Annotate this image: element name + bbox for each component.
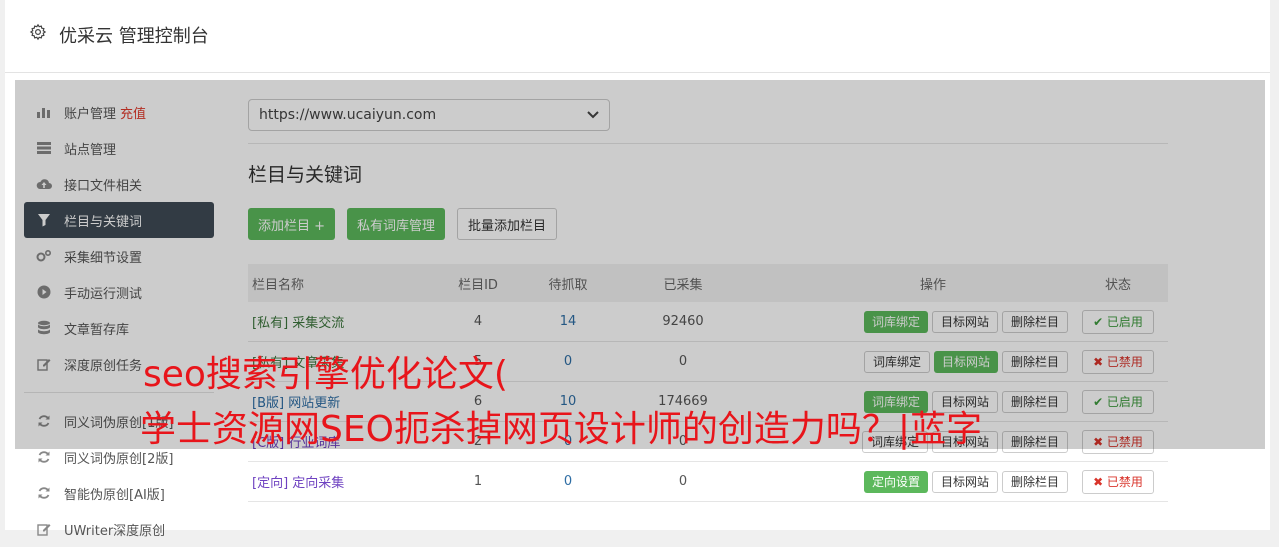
refresh-icon xyxy=(36,449,52,465)
row-name-link[interactable]: 定向采集 xyxy=(292,476,344,491)
app-title: 优采云 管理控制台 xyxy=(59,26,209,47)
directional-settings-button[interactable]: 定向设置 xyxy=(863,470,928,493)
row-id: 1 xyxy=(473,474,483,489)
top-header: 优采云 管理控制台 xyxy=(5,0,1270,73)
row-tag: [定向] xyxy=(252,476,289,491)
refresh-icon xyxy=(36,485,52,501)
delete-column-button[interactable]: 删除栏目 xyxy=(1001,470,1068,493)
row-pending[interactable]: 0 xyxy=(528,474,608,489)
gear-icon xyxy=(29,23,47,41)
sidebar-item-uwriter[interactable]: UWriter深度原创 xyxy=(24,511,214,547)
target-site-button[interactable]: 目标网站 xyxy=(931,470,998,493)
edit-icon xyxy=(36,521,52,537)
sidebar-item-label: UWriter深度原创 xyxy=(64,523,166,539)
table-row: [定向] 定向采集 1 0 0 定向设置 目标网站 删除栏目 ✖ 已禁用 xyxy=(248,462,1168,502)
watermark-line-2: 学士资源网SEO扼杀掉网页设计师的创造力吗？|蓝字 xyxy=(140,409,983,450)
row-collected: 0 xyxy=(678,474,688,489)
sidebar-item-ai-original[interactable]: 智能伪原创[AI版] xyxy=(24,475,214,511)
sidebar-item-label: 智能伪原创[AI版] xyxy=(64,487,165,503)
status-toggle[interactable]: ✖ 已禁用 xyxy=(1082,469,1154,494)
watermark-line-1: seo搜索引擎优化论文( xyxy=(143,354,508,395)
